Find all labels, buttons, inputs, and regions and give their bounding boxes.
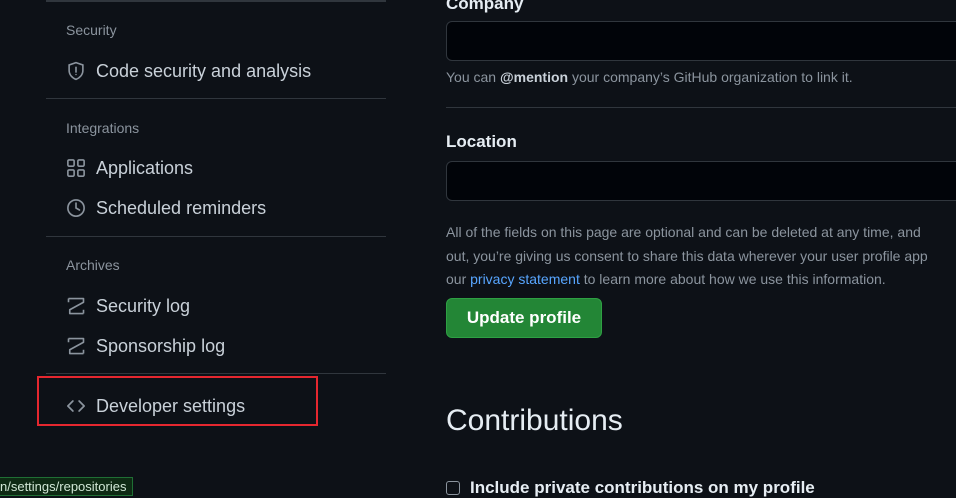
profile-disclaimer-text: All of the fields on this page are optio… [446,224,928,287]
form-divider [446,107,956,108]
sidebar-divider [46,98,386,99]
sidebar-item-label: Sponsorship log [96,335,226,356]
company-input[interactable] [446,21,956,61]
log-icon [66,336,86,356]
location-input[interactable] [446,161,956,201]
private-contributions-checkbox[interactable] [446,481,460,495]
sidebar-item-label: Security log [96,295,191,316]
sidebar-heading-security: Security [66,22,117,38]
sidebar-item-label: Scheduled reminders [96,197,267,218]
highlight-annotation-box [37,376,318,426]
sidebar-item-sponsorship-log[interactable]: Sponsorship log [66,332,225,360]
private-contributions-label: Include private contributions on my prof… [470,478,815,497]
log-icon [66,296,86,316]
link-preview-status-bar: n/settings/repositories [0,477,134,496]
company-label: Company [446,0,524,13]
contributions-heading: Contributions [446,404,623,437]
update-profile-button[interactable]: Update profile [446,298,602,338]
privacy-statement-link[interactable]: privacy statement [470,271,580,287]
sidebar-divider [46,373,386,374]
sidebar-item-security-log[interactable]: Security log [66,292,190,320]
sidebar-heading-archives: Archives [66,257,120,273]
location-label: Location [446,132,517,151]
sidebar-item-label: Applications [96,157,194,178]
sidebar-item-code-security[interactable]: Code security and analysis [66,57,311,85]
apps-grid-icon [66,158,86,178]
sidebar-item-applications[interactable]: Applications [66,154,193,182]
clock-icon [66,198,86,218]
company-help-text: You can @mention your company’s GitHub o… [446,69,853,85]
sidebar-heading-integrations: Integrations [66,120,140,136]
mention-text: @mention [499,69,569,85]
private-contributions-option[interactable]: Include private contributions on my prof… [446,478,815,498]
sidebar-divider [46,236,386,237]
sidebar-item-scheduled-reminders[interactable]: Scheduled reminders [66,194,266,222]
sidebar-item-label: Code security and analysis [96,60,312,81]
shield-icon [66,61,86,81]
sidebar-top-divider [46,0,386,2]
